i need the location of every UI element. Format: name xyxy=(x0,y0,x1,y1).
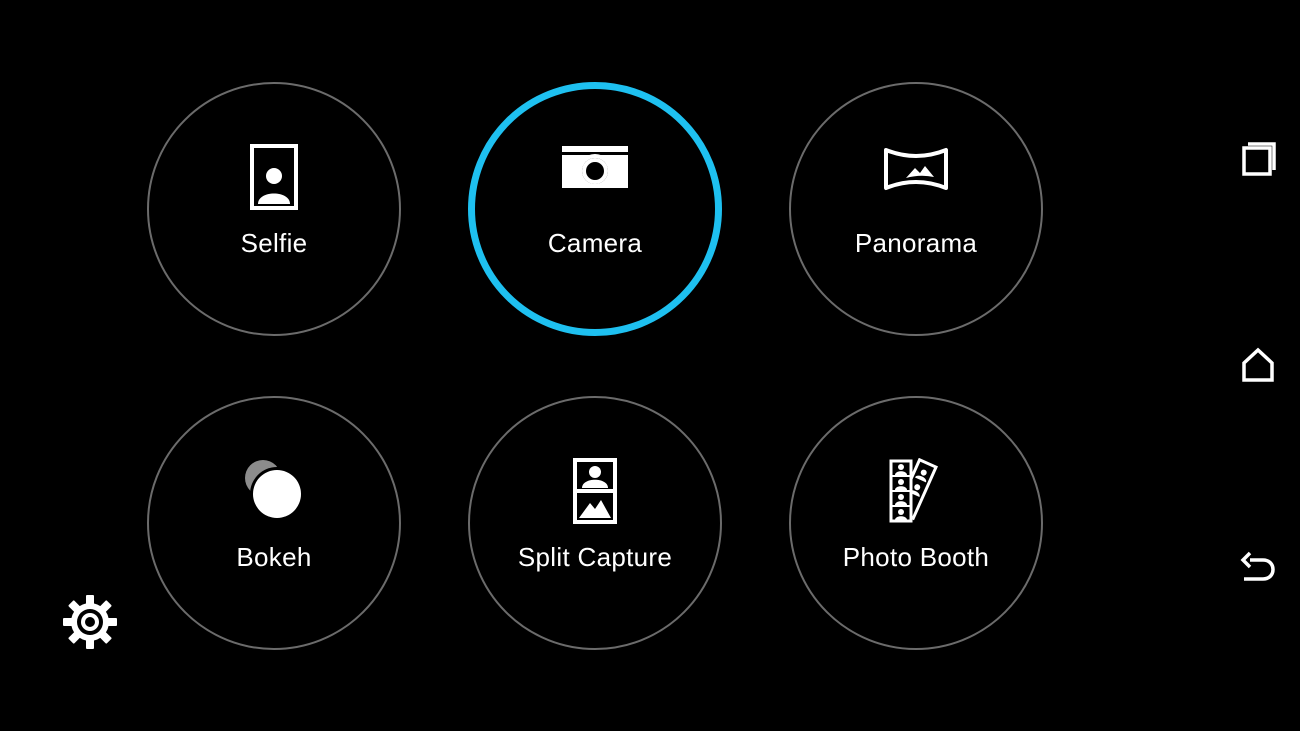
bokeh-icon xyxy=(245,460,304,521)
recents-button[interactable] xyxy=(1230,135,1286,191)
mode-panorama-button[interactable]: Panorama xyxy=(789,82,1043,336)
mode-camera-button[interactable]: Camera xyxy=(468,82,722,336)
selfie-portrait-icon xyxy=(250,144,298,210)
mode-label: Split Capture xyxy=(517,542,673,572)
recents-icon xyxy=(1242,142,1276,176)
mode-photo-booth-button[interactable]: Photo Booth xyxy=(789,396,1043,650)
panorama-icon xyxy=(884,148,948,190)
mode-label: Camera xyxy=(547,228,643,258)
mode-selfie-button[interactable]: Selfie xyxy=(147,82,401,336)
back-icon xyxy=(1240,551,1275,581)
mode-label: Photo Booth xyxy=(842,542,990,572)
mode-split-capture-button[interactable]: Split Capture xyxy=(468,396,722,650)
mode-label: Selfie xyxy=(240,228,308,258)
home-icon xyxy=(1242,347,1274,382)
navigation-bar xyxy=(1200,0,1300,731)
gear-icon xyxy=(63,595,117,649)
back-button[interactable] xyxy=(1230,540,1286,596)
mode-bokeh-button[interactable]: Bokeh xyxy=(147,396,401,650)
mode-label: Bokeh xyxy=(236,542,312,572)
home-button[interactable] xyxy=(1230,338,1286,394)
camera-mode-picker: Selfie Camera Panorama Bokeh Split Captu… xyxy=(0,0,1300,731)
camera-icon xyxy=(562,146,628,188)
settings-button[interactable] xyxy=(60,592,120,652)
photo-booth-icon xyxy=(889,458,938,523)
split-capture-icon xyxy=(573,458,617,524)
mode-label: Panorama xyxy=(854,228,978,258)
